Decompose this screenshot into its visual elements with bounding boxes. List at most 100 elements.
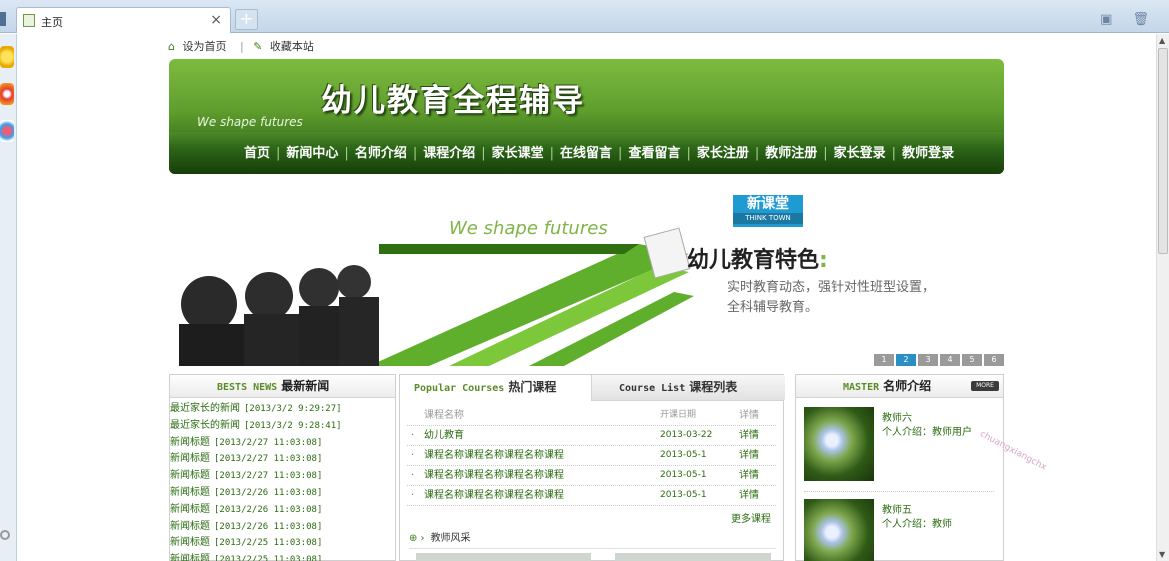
news-title[interactable]: 新闻标题 xyxy=(170,470,210,481)
nav-item[interactable]: 教师注册 xyxy=(765,146,817,161)
course-row: · 幼儿教育 2013-03-22 详情 xyxy=(407,426,776,446)
page-content: ⌂ 设为首页 | ✎ 收藏本站 幼儿教育全程辅导 We shape future… xyxy=(18,34,1156,561)
more-courses-link[interactable]: 更多课程 xyxy=(731,510,771,525)
course-detail-link[interactable]: 详情 xyxy=(739,486,759,505)
tab-popular-courses[interactable]: Popular Courses 热门课程 xyxy=(400,375,592,401)
news-item[interactable]: 新闻标题 [2013/2/26 11:03:08] xyxy=(170,502,395,519)
news-item[interactable]: 新闻标题 [2013/2/26 11:03:08] xyxy=(170,485,395,502)
news-title[interactable]: 新闻标题 xyxy=(170,487,210,498)
news-title[interactable]: 新闻标题 xyxy=(170,453,210,464)
hero-slogan: We shape futures xyxy=(449,218,608,239)
nav-item[interactable]: 首页 xyxy=(244,146,270,161)
new-tab-button[interactable]: + xyxy=(235,9,258,30)
nav-item[interactable]: 教师登录 xyxy=(902,146,954,161)
news-date: [2013/2/26 11:03:08] xyxy=(214,521,323,532)
teacher-card[interactable]: 教师五个人介绍：教师 xyxy=(804,499,996,561)
teacher-style-header: ⊕ › 教师风采 xyxy=(409,529,776,549)
app-icon[interactable] xyxy=(0,120,14,142)
slide-page-button[interactable]: 1 xyxy=(874,354,894,366)
main-nav-bar: 首页 | 新闻中心 | 名师介绍 | 课程介绍 | 家长课堂 | 在线留言 | 查看留言 | 家长注册 | 教师… xyxy=(169,132,1004,174)
bullet-icon: · xyxy=(411,430,415,441)
column-header: 开课日期 xyxy=(660,410,697,420)
nav-separator: | xyxy=(549,146,555,161)
slide-page-button[interactable]: 5 xyxy=(962,354,982,366)
news-title[interactable]: 新闻标题 xyxy=(170,554,210,561)
slide-page-button[interactable]: 4 xyxy=(940,354,960,366)
nav-item[interactable]: 查看留言 xyxy=(628,146,680,161)
news-item[interactable]: 新闻标题 [2013/2/25 11:03:08] xyxy=(170,535,395,552)
sidebar-toggle[interactable] xyxy=(0,12,6,26)
course-name-link[interactable]: 课程名称课程名称课程名称课程 xyxy=(424,486,564,505)
slide-page-button[interactable]: 3 xyxy=(918,354,938,366)
news-date: [2013/2/27 11:03:08] xyxy=(214,437,323,448)
favorites-star-icon[interactable] xyxy=(0,46,14,68)
tab-close-button[interactable]: × xyxy=(210,12,222,28)
slide-pager: 123456 xyxy=(872,352,1004,366)
course-detail-link[interactable]: 详情 xyxy=(739,446,759,465)
scroll-down-arrow-icon[interactable]: ▼ xyxy=(1159,550,1165,559)
page-icon xyxy=(23,14,35,27)
teacher-photo[interactable] xyxy=(804,407,874,481)
news-title[interactable]: 新闻标题 xyxy=(170,521,210,532)
course-name-link[interactable]: 幼儿教育 xyxy=(424,426,464,445)
news-item[interactable]: 新闻标题 [2013/2/27 11:03:08] xyxy=(170,451,395,468)
teacher-photo[interactable] xyxy=(804,499,874,561)
nav-separator: | xyxy=(412,146,418,161)
more-teachers-button[interactable]: MORE xyxy=(971,381,999,391)
news-item[interactable]: 新闻标题 [2013/2/27 11:03:08] xyxy=(170,468,395,485)
scroll-up-arrow-icon[interactable]: ▲ xyxy=(1159,36,1165,45)
nav-item[interactable]: 家长登录 xyxy=(834,146,886,161)
scrollbar-thumb[interactable] xyxy=(1158,48,1168,254)
course-name-link[interactable]: 课程名称课程名称课程名称课程 xyxy=(424,466,564,485)
weibo-icon[interactable] xyxy=(0,83,14,105)
nav-item[interactable]: 名师介绍 xyxy=(355,146,407,161)
course-detail-link[interactable]: 详情 xyxy=(739,426,759,445)
nav-separator: | xyxy=(276,146,281,161)
home-icon: ⌂ xyxy=(168,40,175,53)
nav-item[interactable]: 在线留言 xyxy=(560,146,612,161)
tab-course-list[interactable]: Course List 课程列表 xyxy=(592,375,785,400)
site-title: 幼儿教育全程辅导 xyxy=(321,83,585,119)
teacher-desc: 个人介绍：教师 xyxy=(882,519,952,530)
news-item[interactable]: 新闻标题 [2013/2/26 11:03:08] xyxy=(170,519,395,536)
browser-tab[interactable]: 主页 × xyxy=(16,7,231,33)
hero-illustration xyxy=(179,227,694,366)
bullet-icon: · xyxy=(411,490,415,501)
bookmark-icon: ✎ xyxy=(253,40,263,53)
news-item[interactable]: 最近家长的新闻 [2013/3/2 9:28:41] xyxy=(170,418,395,435)
tab-title: 主页 xyxy=(41,16,63,29)
set-homepage-link[interactable]: 设为首页 xyxy=(182,40,226,53)
vertical-scrollbar[interactable]: ▲ ▼ xyxy=(1156,34,1169,561)
news-title[interactable]: 最近家长的新闻 xyxy=(170,403,240,414)
site-header-banner: 幼儿教育全程辅导 We shape futures 首页 | 新闻中心 | 名师介绍 | 课… xyxy=(169,59,1004,174)
tab-tools[interactable]: ▣ 🗑 xyxy=(1100,12,1157,27)
browser-tab-bar: 主页 × + ▣ 🗑 xyxy=(0,0,1169,33)
teacher-name[interactable]: 教师五 xyxy=(882,501,912,516)
course-row: · 课程名称课程名称课程名称课程 2013-05-1 详情 xyxy=(407,486,776,506)
news-item[interactable]: 新闻标题 [2013/2/25 11:03:08] xyxy=(170,552,395,561)
latest-news-panel: BESTS NEWS 最新新闻 最近家长的新闻 [2013/3/2 9:29:27]… xyxy=(169,374,396,561)
nav-item[interactable]: 家长课堂 xyxy=(492,146,544,161)
nav-item[interactable]: 新闻中心 xyxy=(286,146,338,161)
course-detail-link[interactable]: 详情 xyxy=(739,466,759,485)
nav-separator: | xyxy=(686,146,691,161)
news-date: [2013/2/27 11:03:08] xyxy=(214,471,323,482)
news-title[interactable]: 新闻标题 xyxy=(170,537,210,548)
news-date: [2013/2/25 11:03:08] xyxy=(214,538,323,549)
slide-page-button[interactable]: 6 xyxy=(984,354,1004,366)
news-item[interactable]: 新闻标题 [2013/2/27 11:03:08] xyxy=(170,435,395,452)
teacher-card[interactable]: 教师六 个人介绍：教师用户 xyxy=(804,407,996,492)
slide-page-button[interactable]: 2 xyxy=(896,354,916,366)
header-slogan: We shape futures xyxy=(197,115,303,129)
teacher-name[interactable]: 教师六 xyxy=(882,409,912,424)
news-item[interactable]: 最近家长的新闻 [2013/3/2 9:29:27] xyxy=(170,401,395,418)
add-favorite-link[interactable]: 收藏本站 xyxy=(270,40,314,53)
news-title[interactable]: 新闻标题 xyxy=(170,504,210,515)
nav-item[interactable]: 家长注册 xyxy=(697,146,749,161)
settings-gear-icon[interactable] xyxy=(0,530,10,540)
news-title[interactable]: 新闻标题 xyxy=(170,437,210,448)
news-title[interactable]: 最近家长的新闻 xyxy=(170,420,240,431)
nav-item[interactable]: 课程介绍 xyxy=(423,146,475,161)
nav-separator: | xyxy=(481,146,486,161)
course-name-link[interactable]: 课程名称课程名称课程名称课程 xyxy=(424,446,564,465)
